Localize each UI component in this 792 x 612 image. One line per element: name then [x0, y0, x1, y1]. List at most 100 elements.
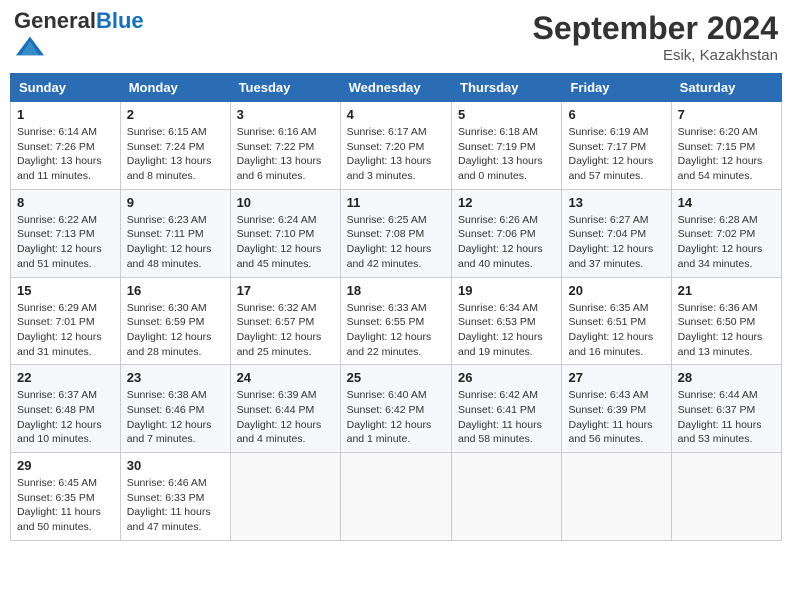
daylight-label: Daylight: 12 hours and 1 minute.	[347, 419, 432, 446]
calendar-cell: 28 Sunrise: 6:44 AM Sunset: 6:37 PM Dayl…	[671, 365, 781, 453]
daylight-label: Daylight: 11 hours and 50 minutes.	[17, 506, 101, 533]
day-info: Sunrise: 6:18 AM Sunset: 7:19 PM Dayligh…	[458, 125, 555, 184]
daylight-label: Daylight: 13 hours and 3 minutes.	[347, 155, 432, 182]
day-number: 1	[17, 107, 114, 122]
day-number: 8	[17, 195, 114, 210]
sunset-label: Sunset: 6:55 PM	[347, 316, 425, 328]
sunrise-label: Sunrise: 6:17 AM	[347, 126, 427, 138]
sunrise-label: Sunrise: 6:46 AM	[127, 477, 207, 489]
calendar-header-row: SundayMondayTuesdayWednesdayThursdayFrid…	[11, 74, 782, 102]
sunset-label: Sunset: 7:02 PM	[678, 228, 756, 240]
sunrise-label: Sunrise: 6:32 AM	[237, 302, 317, 314]
day-info: Sunrise: 6:44 AM Sunset: 6:37 PM Dayligh…	[678, 388, 775, 447]
day-info: Sunrise: 6:25 AM Sunset: 7:08 PM Dayligh…	[347, 213, 445, 272]
sunrise-label: Sunrise: 6:29 AM	[17, 302, 97, 314]
sunset-label: Sunset: 7:10 PM	[237, 228, 315, 240]
sunrise-label: Sunrise: 6:45 AM	[17, 477, 97, 489]
calendar-cell: 15 Sunrise: 6:29 AM Sunset: 7:01 PM Dayl…	[11, 277, 121, 365]
sunset-label: Sunset: 6:57 PM	[237, 316, 315, 328]
sunset-label: Sunset: 7:06 PM	[458, 228, 536, 240]
daylight-label: Daylight: 12 hours and 40 minutes.	[458, 243, 543, 270]
sunset-label: Sunset: 7:17 PM	[568, 141, 646, 153]
day-number: 3	[237, 107, 334, 122]
calendar-cell: 5 Sunrise: 6:18 AM Sunset: 7:19 PM Dayli…	[452, 102, 562, 190]
day-number: 4	[347, 107, 445, 122]
calendar-cell: 25 Sunrise: 6:40 AM Sunset: 6:42 PM Dayl…	[340, 365, 451, 453]
calendar-week-3: 15 Sunrise: 6:29 AM Sunset: 7:01 PM Dayl…	[11, 277, 782, 365]
sunrise-label: Sunrise: 6:39 AM	[237, 389, 317, 401]
daylight-label: Daylight: 12 hours and 54 minutes.	[678, 155, 763, 182]
daylight-label: Daylight: 12 hours and 25 minutes.	[237, 331, 322, 358]
day-info: Sunrise: 6:34 AM Sunset: 6:53 PM Dayligh…	[458, 301, 555, 360]
day-info: Sunrise: 6:43 AM Sunset: 6:39 PM Dayligh…	[568, 388, 664, 447]
calendar-week-2: 8 Sunrise: 6:22 AM Sunset: 7:13 PM Dayli…	[11, 189, 782, 277]
sunrise-label: Sunrise: 6:14 AM	[17, 126, 97, 138]
calendar-cell: 1 Sunrise: 6:14 AM Sunset: 7:26 PM Dayli…	[11, 102, 121, 190]
sunset-label: Sunset: 7:24 PM	[127, 141, 205, 153]
logo-icon	[16, 32, 44, 60]
day-number: 10	[237, 195, 334, 210]
day-number: 27	[568, 370, 664, 385]
day-header-wednesday: Wednesday	[340, 74, 451, 102]
day-number: 15	[17, 283, 114, 298]
calendar-cell: 24 Sunrise: 6:39 AM Sunset: 6:44 PM Dayl…	[230, 365, 340, 453]
day-number: 16	[127, 283, 224, 298]
day-number: 18	[347, 283, 445, 298]
sunrise-label: Sunrise: 6:30 AM	[127, 302, 207, 314]
sunset-label: Sunset: 6:50 PM	[678, 316, 756, 328]
sunset-label: Sunset: 6:33 PM	[127, 492, 205, 504]
calendar-week-5: 29 Sunrise: 6:45 AM Sunset: 6:35 PM Dayl…	[11, 453, 782, 541]
calendar-cell: 3 Sunrise: 6:16 AM Sunset: 7:22 PM Dayli…	[230, 102, 340, 190]
day-number: 5	[458, 107, 555, 122]
calendar-cell: 17 Sunrise: 6:32 AM Sunset: 6:57 PM Dayl…	[230, 277, 340, 365]
page-header: GeneralBlue September 2024 Esik, Kazakhs…	[10, 10, 782, 65]
sunset-label: Sunset: 6:44 PM	[237, 404, 315, 416]
calendar-cell: 16 Sunrise: 6:30 AM Sunset: 6:59 PM Dayl…	[120, 277, 230, 365]
day-info: Sunrise: 6:33 AM Sunset: 6:55 PM Dayligh…	[347, 301, 445, 360]
sunrise-label: Sunrise: 6:16 AM	[237, 126, 317, 138]
calendar-cell: 6 Sunrise: 6:19 AM Sunset: 7:17 PM Dayli…	[562, 102, 671, 190]
sunrise-label: Sunrise: 6:44 AM	[678, 389, 758, 401]
sunrise-label: Sunrise: 6:35 AM	[568, 302, 648, 314]
day-header-thursday: Thursday	[452, 74, 562, 102]
day-info: Sunrise: 6:30 AM Sunset: 6:59 PM Dayligh…	[127, 301, 224, 360]
sunset-label: Sunset: 6:51 PM	[568, 316, 646, 328]
calendar-cell	[340, 453, 451, 541]
daylight-label: Daylight: 13 hours and 0 minutes.	[458, 155, 543, 182]
day-number: 6	[568, 107, 664, 122]
day-number: 21	[678, 283, 775, 298]
title-block: September 2024 Esik, Kazakhstan	[533, 10, 778, 64]
sunset-label: Sunset: 7:15 PM	[678, 141, 756, 153]
calendar-cell	[452, 453, 562, 541]
day-info: Sunrise: 6:20 AM Sunset: 7:15 PM Dayligh…	[678, 125, 775, 184]
calendar-cell	[230, 453, 340, 541]
sunset-label: Sunset: 7:19 PM	[458, 141, 536, 153]
sunrise-label: Sunrise: 6:22 AM	[17, 214, 97, 226]
day-info: Sunrise: 6:45 AM Sunset: 6:35 PM Dayligh…	[17, 476, 114, 535]
calendar-cell: 13 Sunrise: 6:27 AM Sunset: 7:04 PM Dayl…	[562, 189, 671, 277]
day-header-saturday: Saturday	[671, 74, 781, 102]
calendar-cell: 7 Sunrise: 6:20 AM Sunset: 7:15 PM Dayli…	[671, 102, 781, 190]
calendar-week-4: 22 Sunrise: 6:37 AM Sunset: 6:48 PM Dayl…	[11, 365, 782, 453]
calendar-cell: 30 Sunrise: 6:46 AM Sunset: 6:33 PM Dayl…	[120, 453, 230, 541]
calendar-cell: 9 Sunrise: 6:23 AM Sunset: 7:11 PM Dayli…	[120, 189, 230, 277]
daylight-label: Daylight: 12 hours and 37 minutes.	[568, 243, 653, 270]
sunset-label: Sunset: 6:42 PM	[347, 404, 425, 416]
sunset-label: Sunset: 7:01 PM	[17, 316, 95, 328]
sunrise-label: Sunrise: 6:40 AM	[347, 389, 427, 401]
sunrise-label: Sunrise: 6:20 AM	[678, 126, 758, 138]
sunset-label: Sunset: 7:13 PM	[17, 228, 95, 240]
daylight-label: Daylight: 12 hours and 13 minutes.	[678, 331, 763, 358]
sunset-label: Sunset: 7:04 PM	[568, 228, 646, 240]
daylight-label: Daylight: 12 hours and 34 minutes.	[678, 243, 763, 270]
day-number: 9	[127, 195, 224, 210]
calendar-cell: 29 Sunrise: 6:45 AM Sunset: 6:35 PM Dayl…	[11, 453, 121, 541]
sunset-label: Sunset: 6:35 PM	[17, 492, 95, 504]
sunset-label: Sunset: 6:53 PM	[458, 316, 536, 328]
calendar-cell: 18 Sunrise: 6:33 AM Sunset: 6:55 PM Dayl…	[340, 277, 451, 365]
daylight-label: Daylight: 12 hours and 45 minutes.	[237, 243, 322, 270]
sunset-label: Sunset: 6:37 PM	[678, 404, 756, 416]
day-info: Sunrise: 6:14 AM Sunset: 7:26 PM Dayligh…	[17, 125, 114, 184]
day-info: Sunrise: 6:32 AM Sunset: 6:57 PM Dayligh…	[237, 301, 334, 360]
calendar-cell	[562, 453, 671, 541]
